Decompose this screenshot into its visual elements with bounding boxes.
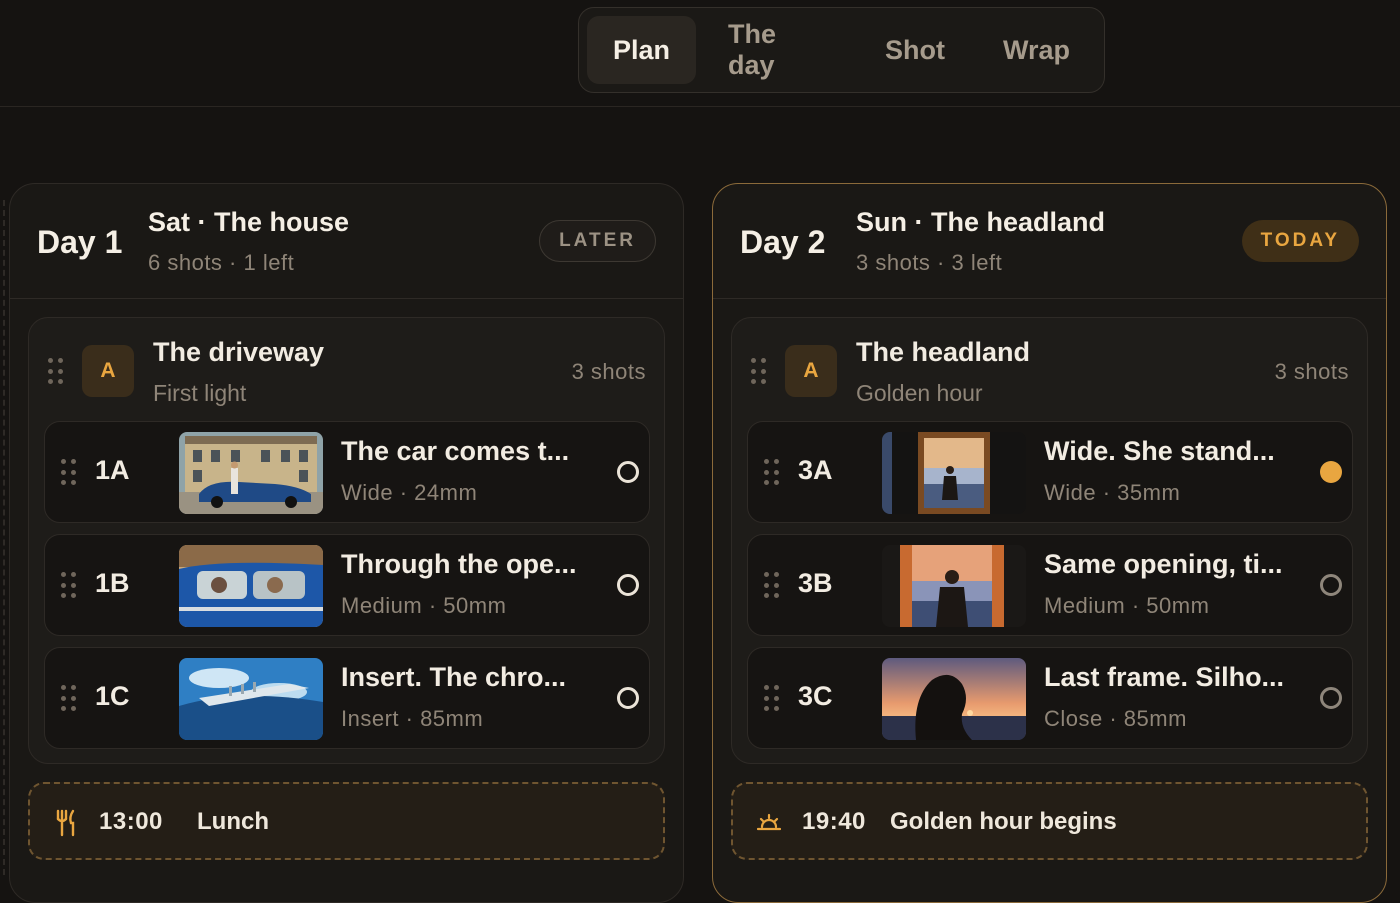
shot-status-toggle[interactable]: [617, 687, 639, 709]
shot-title: Last frame. Silho...: [1044, 662, 1285, 692]
scene-shot-count: 3 shots: [571, 359, 646, 384]
shot-title: Wide. She stand...: [1044, 436, 1275, 466]
scene-card: A The headland Golden hour 3 shots 3A Wi…: [731, 317, 1368, 764]
scene-card: A The driveway First light 3 shots 1A Th…: [28, 317, 665, 764]
scene-title: The headland: [856, 337, 1031, 367]
shot-meta: Insert · 85mm: [341, 706, 484, 731]
drag-handle-icon[interactable]: [61, 685, 77, 713]
view-tabs: Plan The day Shot Wrap: [578, 7, 1105, 93]
day-title: Sun · The headland: [856, 207, 1106, 237]
drag-handle-icon[interactable]: [61, 459, 77, 487]
tab-plan[interactable]: Plan: [587, 16, 697, 84]
shot-status-toggle[interactable]: [1320, 461, 1342, 483]
tab-wrap[interactable]: Wrap: [977, 16, 1096, 84]
chrome-detail-thumbnail: [179, 658, 323, 740]
shot-row[interactable]: 1B Through the ope... Medium · 50mm: [44, 534, 650, 636]
day-number: Day 2: [740, 224, 826, 260]
shot-row[interactable]: 3C Last frame. Silho... Close · 85mm: [747, 647, 1353, 749]
shot-id: 1C: [95, 681, 130, 711]
shot-meta: Medium · 50mm: [1044, 593, 1210, 618]
shot-id: 3A: [798, 455, 833, 485]
shot-id: 1B: [95, 568, 130, 598]
shot-title: Through the ope...: [341, 549, 577, 579]
drag-handle-icon[interactable]: [751, 358, 767, 386]
scene-header: A The headland Golden hour 3 shots: [732, 318, 1367, 420]
scene-letter-badge: A: [82, 345, 134, 397]
day-title: Sat · The house: [148, 207, 350, 237]
shot-title: Same opening, ti...: [1044, 549, 1283, 579]
shot-id: 1A: [95, 455, 130, 485]
day-header: Day 1 Sat · The house 6 shots · 1 left L…: [10, 184, 683, 299]
drag-handle-icon[interactable]: [48, 358, 64, 386]
timeline-dash: [3, 200, 5, 875]
shot-title: The car comes t...: [341, 436, 570, 466]
shot-id: 3C: [798, 681, 833, 711]
drag-handle-icon[interactable]: [764, 459, 780, 487]
shot-row[interactable]: 1C Insert. The chro... Insert · 85mm: [44, 647, 650, 749]
day-header: Day 2 Sun · The headland 3 shots · 3 lef…: [713, 184, 1386, 299]
status-badge: TODAY: [1241, 220, 1359, 262]
scene-shot-count: 3 shots: [1274, 359, 1349, 384]
shot-meta: Close · 85mm: [1044, 706, 1187, 731]
house-car-thumbnail: [179, 432, 323, 514]
shot-meta: Wide · 24mm: [341, 480, 478, 505]
shot-meta: Wide · 35mm: [1044, 480, 1181, 505]
scene-title: The driveway: [153, 337, 325, 367]
schedule-event[interactable]: 13:00 Lunch: [28, 782, 665, 860]
shot-id: 3B: [798, 568, 833, 598]
drag-handle-icon[interactable]: [764, 572, 780, 600]
car-interior-thumbnail: [179, 545, 323, 627]
doorway-medium-thumbnail: [882, 545, 1026, 627]
event-time: 19:40: [802, 808, 866, 835]
event-time: 13:00: [99, 808, 163, 835]
drag-handle-icon[interactable]: [61, 572, 77, 600]
shot-status-toggle[interactable]: [617, 461, 639, 483]
scene-subtitle: Golden hour: [856, 380, 983, 406]
status-badge: LATER: [539, 220, 656, 262]
event-label: Golden hour begins: [890, 808, 1117, 835]
shot-row[interactable]: 3B Same opening, ti... Medium · 50mm: [747, 534, 1353, 636]
event-label: Lunch: [197, 808, 269, 835]
day-card-2: Day 2 Sun · The headland 3 shots · 3 lef…: [712, 183, 1387, 903]
day-summary: 3 shots · 3 left: [856, 250, 1003, 275]
top-bar: Plan The day Shot Wrap: [0, 0, 1400, 107]
shot-row[interactable]: 3A Wide. She stand... Wide · 35mm: [747, 421, 1353, 523]
shot-status-toggle[interactable]: [1320, 574, 1342, 596]
schedule-event[interactable]: 19:40 Golden hour begins: [731, 782, 1368, 860]
sunrise-icon: [757, 813, 781, 831]
scene-letter-badge: A: [785, 345, 837, 397]
utensils-icon: [56, 809, 75, 837]
silhouette-thumbnail: [882, 658, 1026, 740]
day-number: Day 1: [37, 224, 123, 260]
scene-subtitle: First light: [153, 380, 247, 406]
doorway-wide-thumbnail: [882, 432, 1026, 514]
shot-row[interactable]: 1A The car comes t... Wide · 24mm: [44, 421, 650, 523]
shot-title: Insert. The chro...: [341, 662, 567, 692]
tab-the-day[interactable]: The day: [702, 16, 853, 84]
shot-meta: Medium · 50mm: [341, 593, 507, 618]
day-summary: 6 shots · 1 left: [148, 250, 295, 275]
drag-handle-icon[interactable]: [764, 685, 780, 713]
scene-header: A The driveway First light 3 shots: [29, 318, 664, 420]
tab-shot[interactable]: Shot: [859, 16, 971, 84]
day-card-1: Day 1 Sat · The house 6 shots · 1 left L…: [9, 183, 684, 903]
shot-status-toggle[interactable]: [617, 574, 639, 596]
shot-status-toggle[interactable]: [1320, 687, 1342, 709]
